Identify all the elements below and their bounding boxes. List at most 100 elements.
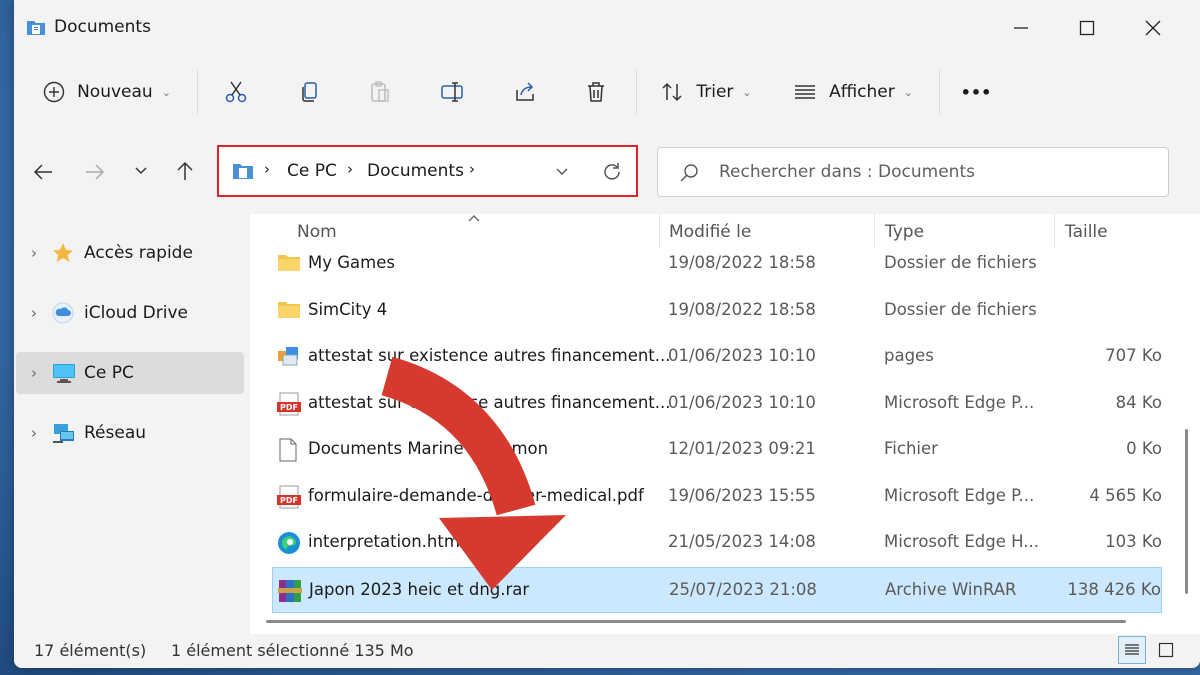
sort-ascending-caret-icon — [468, 215, 480, 222]
delete-button[interactable] — [574, 70, 618, 114]
file-type: Fichier — [884, 439, 938, 458]
horizontal-scrollbar[interactable] — [266, 620, 1126, 623]
sidebar-item-label: iCloud Drive — [84, 303, 189, 323]
file-modified-date: 25/07/2023 21:08 — [669, 579, 817, 599]
file-row[interactable]: attestat sur existence autres financemen… — [272, 334, 1162, 380]
maximize-icon — [1079, 20, 1095, 36]
navigation-pane: › Accès rapide › iCloud Drive › Ce PC › … — [14, 214, 250, 634]
column-header-name[interactable]: Nom — [297, 222, 337, 242]
file-name: SimCity 4 — [308, 299, 388, 319]
file-row[interactable]: Japon 2023 heic et dng.rar 25/07/2023 21:… — [272, 566, 1162, 613]
item-count: 17 élément(s) — [34, 641, 147, 660]
share-button[interactable] — [503, 70, 547, 114]
vertical-scrollbar[interactable] — [1185, 429, 1188, 594]
breadcrumb-documents[interactable]: Documents — [367, 161, 464, 181]
view-button[interactable]: Afficher ⌄ — [788, 70, 918, 114]
file-type: Microsoft Edge P... — [884, 485, 1035, 505]
file-type: pages — [884, 346, 934, 365]
close-icon — [1145, 20, 1161, 36]
new-label: Nouveau — [77, 82, 153, 102]
file-row[interactable]: My Games 19/08/2022 18:58 Dossier de fichi… — [272, 241, 1162, 287]
details-view-icon — [1125, 644, 1139, 655]
up-arrow-icon[interactable] — [174, 160, 196, 182]
copy-icon — [302, 82, 317, 102]
more-options-button[interactable]: ••• — [954, 70, 998, 114]
copy-button[interactable] — [288, 70, 332, 114]
scissors-icon — [225, 81, 247, 103]
edge-icon — [277, 531, 301, 559]
maximize-button[interactable] — [1054, 0, 1120, 56]
file-type: Archive WinRAR — [885, 579, 1017, 599]
file-size: 707 Ko — [1105, 346, 1162, 365]
trash-icon — [588, 82, 604, 102]
column-header-size[interactable]: Taille — [1065, 222, 1108, 242]
forward-arrow-icon[interactable] — [84, 161, 106, 183]
file-name: attestat sur existence autres financemen… — [308, 392, 671, 412]
rename-button[interactable] — [430, 70, 474, 114]
sort-button[interactable]: Trier ⌄ — [654, 70, 758, 114]
new-button[interactable]: Nouveau ⌄ — [40, 70, 174, 114]
file-modified-date: 01/06/2023 10:10 — [668, 392, 816, 412]
close-button[interactable] — [1120, 0, 1186, 56]
winrar-icon — [278, 579, 302, 607]
share-icon — [516, 82, 534, 101]
window-title: Documents — [54, 17, 151, 37]
sidebar-item-ce-pc[interactable]: › Ce PC — [16, 352, 244, 394]
sidebar-item-label: Ce PC — [84, 363, 134, 383]
rename-icon — [441, 82, 463, 102]
file-size: 4 565 Ko — [1089, 485, 1162, 505]
search-icon — [680, 164, 698, 182]
clipboard-icon — [371, 81, 389, 102]
computer-icon — [53, 364, 75, 383]
breadcrumb-ce-pc[interactable]: Ce PC — [287, 161, 337, 181]
file-name: interpretation.htm — [308, 532, 460, 551]
sidebar-item-icloud-drive[interactable]: › iCloud Drive — [16, 292, 244, 334]
details-view-button[interactable] — [1118, 636, 1146, 664]
sidebar-item-quick-access[interactable]: › Accès rapide — [16, 232, 244, 274]
file-row[interactable]: PDF formulaire-demande-dossier-medical.pd… — [272, 474, 1162, 520]
column-header-modified[interactable]: Modifié le — [669, 222, 751, 242]
file-modified-date: 21/05/2023 14:08 — [668, 532, 816, 551]
file-modified-date: 01/06/2023 10:10 — [668, 346, 816, 365]
file-modified-date: 19/08/2022 18:58 — [668, 253, 816, 272]
file-type: Dossier de fichiers — [884, 253, 1037, 272]
file-row[interactable]: SimCity 4 19/08/2022 18:58 Dossier de fich… — [272, 288, 1162, 334]
search-box[interactable]: Rechercher dans : Documents — [657, 147, 1169, 197]
file-list: Nom Modifié le Type Taille My Games 19/08… — [250, 214, 1200, 634]
file-size: 84 Ko — [1115, 392, 1162, 412]
file-type: Dossier de fichiers — [884, 299, 1037, 319]
address-bar[interactable]: › Ce PC › Documents › — [217, 145, 638, 197]
cut-button[interactable] — [214, 70, 258, 114]
file-row[interactable]: Documents Marine Pettamon 12/01/2023 09:2… — [272, 427, 1162, 473]
svg-text:PDF: PDF — [280, 496, 298, 505]
tiles-view-button[interactable] — [1152, 636, 1180, 664]
file-modified-date: 19/08/2022 18:58 — [668, 299, 816, 319]
file-name: My Games — [308, 253, 395, 272]
search-placeholder: Rechercher dans : Documents — [719, 162, 975, 182]
minimize-button[interactable] — [988, 0, 1054, 56]
sidebar-item-label: Réseau — [84, 423, 147, 443]
file-type: Microsoft Edge H... — [884, 532, 1039, 551]
sort-label: Trier — [696, 82, 734, 102]
plus-circle-icon — [43, 81, 65, 103]
file-row[interactable]: PDF attestat sur existence autres finance… — [272, 381, 1162, 427]
icloud-icon — [52, 302, 74, 324]
file-size: 103 Ko — [1105, 532, 1162, 551]
file-row[interactable]: interpretation.htm 21/05/2023 14:08 Micros… — [272, 520, 1162, 566]
column-header-type[interactable]: Type — [885, 222, 924, 242]
file-name: formulaire-demande-dossier-medical.pdf — [308, 485, 644, 505]
file-name: Japon 2023 heic et dng.rar — [309, 579, 530, 599]
back-arrow-icon[interactable] — [32, 161, 54, 183]
large-icons-view-icon — [1158, 642, 1174, 658]
address-history-chevron-icon[interactable] — [555, 167, 569, 177]
selection-info: 1 élément sélectionné 135 Mo — [171, 641, 414, 660]
folder-icon — [277, 252, 301, 276]
refresh-icon[interactable] — [601, 161, 623, 183]
sidebar-item-network[interactable]: › Réseau — [16, 412, 244, 454]
recent-locations-chevron-icon[interactable] — [134, 166, 148, 176]
file-size: 138 426 Ko — [1067, 579, 1161, 599]
file-name: attestat sur existence autres financemen… — [308, 346, 671, 365]
documents-folder-icon — [27, 21, 45, 35]
file-size: 0 Ko — [1126, 439, 1162, 458]
paste-button[interactable] — [358, 70, 402, 114]
